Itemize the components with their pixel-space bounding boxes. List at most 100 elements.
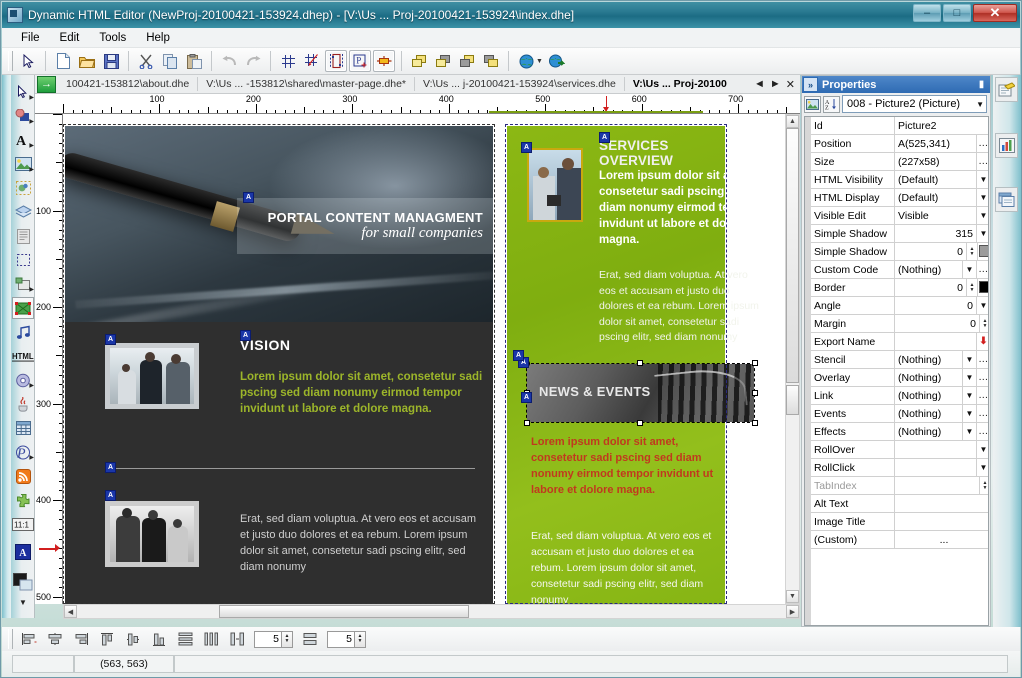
close-button[interactable]: ✕ (973, 4, 1017, 22)
document-tool[interactable] (12, 225, 34, 247)
prop-value[interactable]: ... (895, 531, 988, 548)
paste-icon[interactable] (183, 50, 205, 72)
chevron-down-icon[interactable]: ▼ (976, 100, 984, 109)
prop-value[interactable] (895, 513, 988, 530)
prop-row-alt-text[interactable]: Alt Text (811, 495, 988, 513)
prop-value[interactable]: (Nothing) (895, 369, 962, 386)
scroll-down-icon[interactable]: ▼ (786, 590, 799, 603)
select-tool[interactable]: ▶ (12, 81, 34, 103)
home-arrow-icon[interactable]: → (37, 75, 56, 93)
form-tool[interactable]: ▶ (12, 273, 34, 295)
canvas-hscrollbar[interactable]: ◀ ▶ (63, 604, 800, 619)
prop-value[interactable]: (Nothing) (895, 387, 962, 404)
page-properties-icon[interactable] (995, 77, 1018, 102)
prop-row-angle[interactable]: Angle 0 ▼ (811, 297, 988, 315)
pointer-icon[interactable] (17, 50, 39, 72)
audio-tool[interactable] (12, 321, 34, 343)
plugin-tool[interactable] (12, 489, 34, 511)
ellipsis-button[interactable]: … (976, 405, 988, 422)
ellipsis-button[interactable]: … (976, 423, 988, 440)
prop-value[interactable]: (Default) (895, 171, 976, 188)
chevron-down-icon[interactable]: ▼ (976, 171, 988, 188)
menu-file[interactable]: File (11, 30, 50, 46)
prop-value[interactable]: Picture2 (895, 117, 988, 134)
chevron-down-icon[interactable]: ▼ (976, 189, 988, 206)
color-tool[interactable] (12, 571, 34, 593)
prop-row-position[interactable]: Position A(525,341)… (811, 135, 988, 153)
ellipsis-button[interactable]: … (976, 387, 988, 404)
media-player-tool[interactable]: ▶ (12, 369, 34, 391)
chevron-down-icon[interactable]: ▼ (976, 459, 988, 476)
prop-row-export-name[interactable]: Export Name ⬇ (811, 333, 988, 351)
shadow-color-swatch[interactable] (977, 243, 988, 260)
prop-value[interactable]: (Default) (895, 189, 976, 206)
menu-tools[interactable]: Tools (89, 30, 136, 46)
java-tool[interactable] (12, 393, 34, 415)
vscroll-splitter[interactable] (786, 385, 799, 415)
prop-row-simple-shadow-angle[interactable]: Simple Shadow 315 ▼ (811, 225, 988, 243)
properties-grid[interactable]: Id Picture2 Position A(525,341)… Size (227x… (804, 116, 989, 626)
chevron-down-icon[interactable]: ▼ (962, 351, 976, 368)
spacing-v-spinner[interactable]: ▲ ▼ (355, 630, 366, 648)
prop-value[interactable]: 315 (895, 225, 976, 242)
prop-value[interactable]: 0 (895, 243, 966, 260)
chevron-down-icon[interactable]: ▼ (976, 207, 988, 224)
shape-tool[interactable]: ▶ (12, 105, 34, 127)
undo-icon[interactable] (218, 50, 240, 72)
tab-master-page[interactable]: V:\Us ... -153812\shared\master-page.dhe… (198, 77, 416, 91)
prop-row-rollclick[interactable]: RollClick ▼ (811, 459, 988, 477)
make-same-size-icon[interactable] (299, 629, 321, 649)
spinner-control[interactable]: ▲ ▼ (979, 315, 988, 332)
reset-arrow-icon[interactable]: ⬇ (976, 333, 988, 350)
copy-icon[interactable] (159, 50, 181, 72)
prop-value[interactable] (895, 441, 976, 458)
palette-grip[interactable] (2, 75, 11, 618)
space-equal-icon[interactable] (226, 629, 248, 649)
palette-more-button[interactable]: ▼ (12, 595, 34, 609)
flash-tool[interactable] (12, 297, 34, 319)
preview-browser-icon[interactable] (515, 50, 537, 72)
save-icon[interactable] (100, 50, 122, 72)
prop-row-html-visibility[interactable]: HTML Visibility (Default) ▼ (811, 171, 988, 189)
prop-value[interactable]: (Nothing) (895, 261, 962, 278)
chevron-down-icon[interactable]: ▼ (962, 387, 976, 404)
object-marker-icon[interactable] (373, 50, 395, 72)
prop-row-margin[interactable]: Margin 0 ▲ ▼ (811, 315, 988, 333)
tab-close-icon[interactable]: ✕ (786, 78, 795, 91)
prop-value[interactable] (895, 333, 976, 350)
send-to-back-icon[interactable] (480, 50, 502, 72)
grid-snap-icon[interactable] (301, 50, 323, 72)
prop-value[interactable]: A(525,341) (895, 135, 976, 152)
publish-globe-icon[interactable] (546, 50, 568, 72)
vertical-ruler[interactable]: 100 200 300 400 500 (35, 114, 63, 604)
border-color-swatch[interactable] (977, 279, 988, 296)
ellipsis-button[interactable]: … (976, 261, 988, 278)
prop-row-html-display[interactable]: HTML Display (Default) ▼ (811, 189, 988, 207)
prop-row-overlay[interactable]: Overlay (Nothing) ▼… (811, 369, 988, 387)
scroll-up-icon[interactable]: ▲ (786, 115, 799, 128)
tab-prev-icon[interactable]: ◄ (754, 78, 765, 90)
prop-row-visible-edit[interactable]: Visible Edit Visible ▼ (811, 207, 988, 225)
prop-row-custom-code[interactable]: Custom Code (Nothing) ▼… (811, 261, 988, 279)
objects-list-icon[interactable] (995, 187, 1018, 212)
open-folder-icon[interactable] (76, 50, 98, 72)
spinner-control[interactable]: ▲ ▼ (966, 279, 977, 296)
prop-row-id[interactable]: Id Picture2 (811, 117, 988, 135)
chevron-down-icon[interactable]: ▼ (976, 441, 988, 458)
hscroll-thumb[interactable] (219, 605, 469, 618)
page-marker-icon[interactable]: P (349, 50, 371, 72)
image-tool[interactable]: ▶ (12, 153, 34, 175)
prop-value[interactable]: 0 (895, 297, 976, 314)
scroll-right-icon[interactable]: ▶ (786, 605, 799, 618)
align-top-icon[interactable] (96, 629, 118, 649)
table-tool[interactable] (12, 417, 34, 439)
maximize-button[interactable]: □ (943, 4, 971, 22)
prop-row-size[interactable]: Size (227x58)… (811, 153, 988, 171)
prop-value[interactable]: Visible (895, 207, 976, 224)
prop-value[interactable] (895, 459, 976, 476)
align-middle-icon[interactable] (122, 629, 144, 649)
align-bottom-icon[interactable] (148, 629, 170, 649)
prop-value[interactable]: (Nothing) (895, 351, 962, 368)
prop-row-link[interactable]: Link (Nothing) ▼… (811, 387, 988, 405)
rss-tool[interactable] (12, 465, 34, 487)
